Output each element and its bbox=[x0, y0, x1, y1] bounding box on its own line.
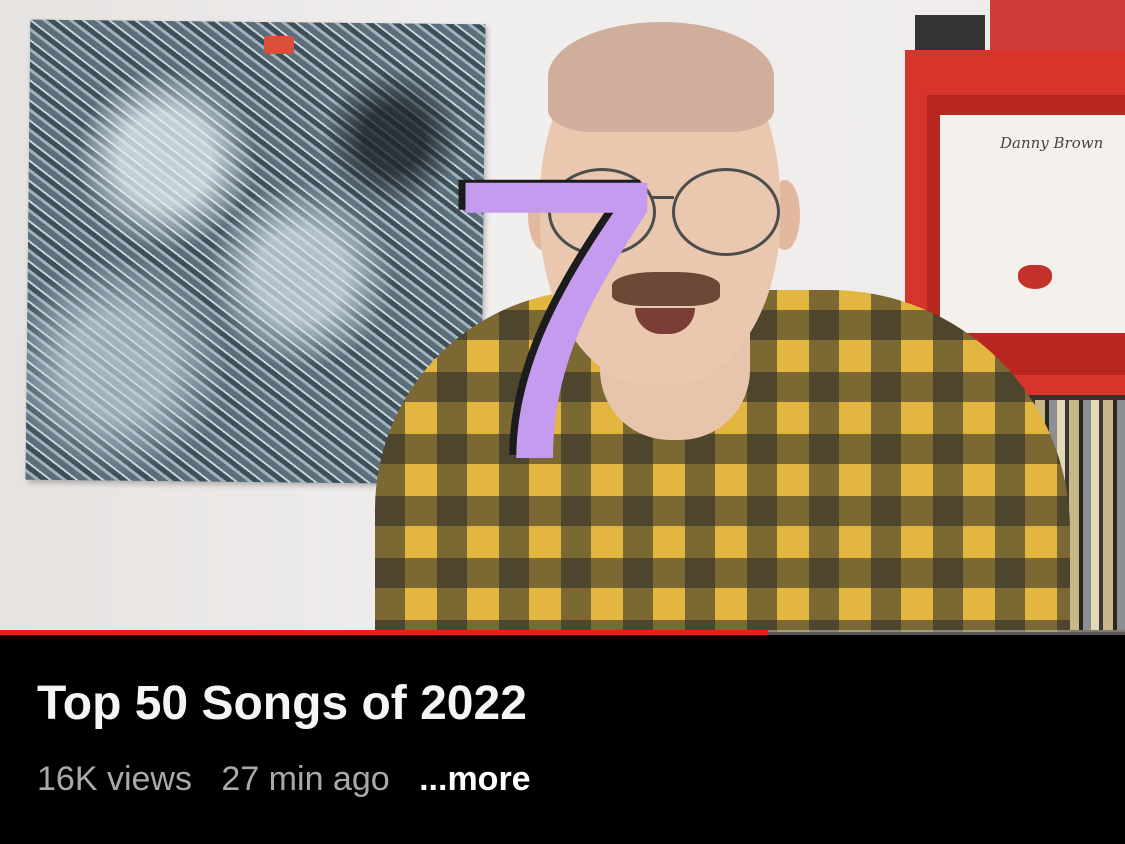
album-cover: Danny Brown bbox=[940, 115, 1125, 333]
video-progress-fill bbox=[0, 630, 769, 635]
video-player[interactable]: Danny Brown 7 bbox=[0, 0, 1125, 632]
album-cover-text: Danny Brown bbox=[1000, 134, 1104, 152]
view-count: 16K views bbox=[37, 760, 192, 798]
glasses-lens-right bbox=[672, 168, 780, 256]
video-title[interactable]: Top 50 Songs of 2022 bbox=[37, 676, 527, 731]
overlay-rank-number: 7 bbox=[445, 96, 668, 543]
binder-clip bbox=[264, 36, 294, 54]
more-button[interactable]: ...more bbox=[419, 760, 530, 798]
video-progress-bar[interactable] bbox=[0, 630, 1125, 635]
upload-time: 27 min ago bbox=[221, 760, 390, 798]
video-metadata: 16K views 27 min ago ...more bbox=[37, 760, 551, 799]
album-cover-mouth bbox=[1018, 265, 1052, 289]
